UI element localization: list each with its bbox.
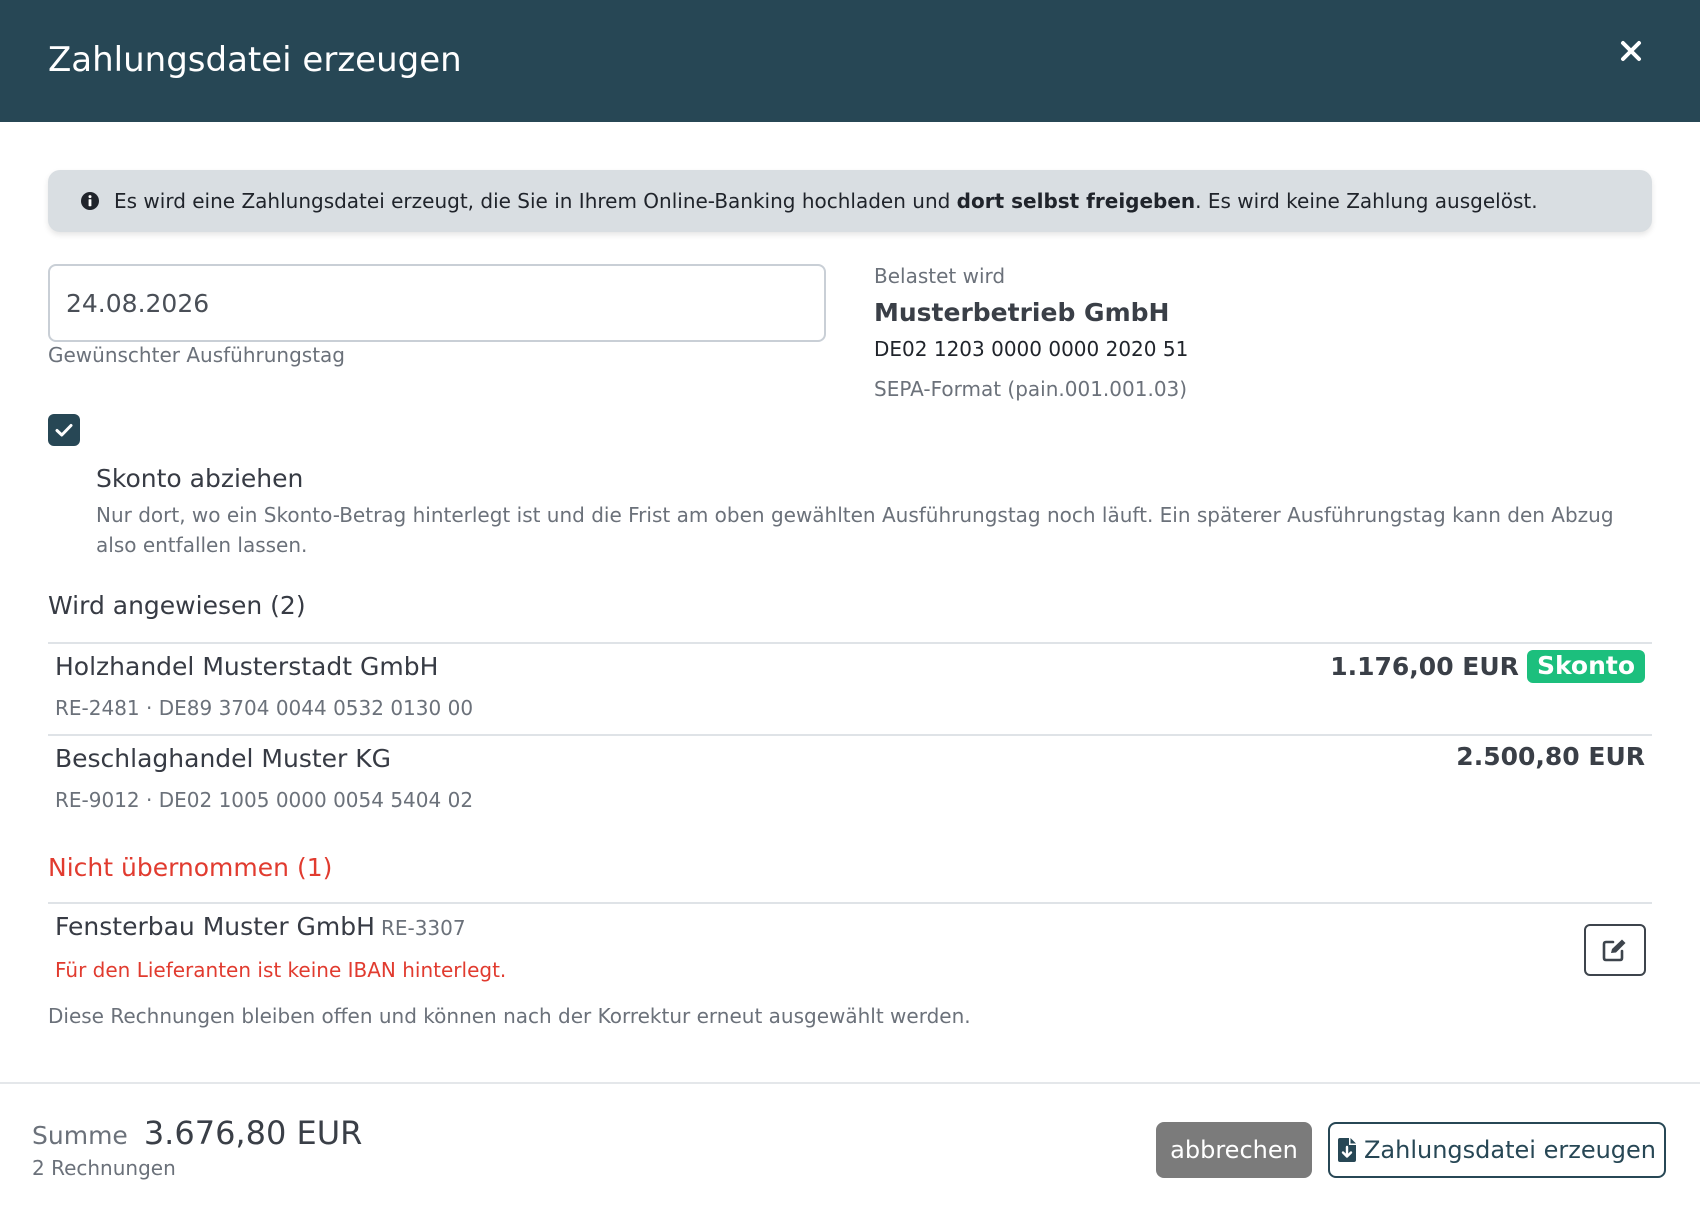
sum-label: Summe — [32, 1121, 128, 1150]
execution-date-input[interactable] — [48, 264, 826, 342]
supplier-name: Fensterbau Muster GmbH — [55, 912, 375, 941]
dialog-title: Zahlungsdatei erzeugen — [48, 40, 462, 80]
edit-button[interactable] — [1584, 924, 1646, 976]
amount: 2.500,80 EUR — [1456, 742, 1645, 771]
close-icon[interactable] — [1616, 36, 1646, 66]
footer-divider — [0, 1082, 1700, 1084]
remain-note: Diese Rechnungen bleiben offen und könne… — [48, 1004, 971, 1028]
sum-value: 3.676,80 EUR — [143, 1114, 363, 1152]
amount-group: 2.500,80 EUR — [1456, 742, 1645, 771]
create-payment-file-label: Zahlungsdatei erzeugen — [1363, 1136, 1657, 1164]
debit-company: Musterbetrieb GmbH — [874, 298, 1170, 327]
skonto-checkbox[interactable] — [48, 414, 80, 446]
sepa-format: SEPA-Format (pain.001.001.03) — [874, 377, 1188, 401]
skonto-description: Nur dort, wo ein Skonto-Betrag hinterleg… — [96, 503, 1614, 557]
info-notice: Es wird eine Zahlungsdatei erzeugt, die … — [48, 170, 1652, 232]
debit-label: Belastet wird — [874, 264, 1006, 288]
not-transferred-title: Nicht übernommen (1) — [48, 853, 333, 882]
amount: 1.176,00 EUR — [1330, 652, 1519, 681]
invoice-meta: RE-9012 · DE02 1005 0000 0054 5404 02 — [55, 788, 474, 812]
table-row: Fensterbau Muster GmbH RE-3307 Für den Li… — [48, 902, 1652, 994]
transferred-title: Wird angewiesen (2) — [48, 591, 306, 620]
invoice-ref: RE-3307 — [380, 916, 466, 940]
execution-date-help: Gewünschter Ausführungstag — [48, 343, 345, 367]
debit-account: Belastet wird Musterbetrieb GmbH DE02 12… — [874, 264, 1188, 401]
error-message: Für den Lieferanten ist keine IBAN hinte… — [55, 958, 507, 982]
debit-iban: DE02 1203 0000 0000 2020 51 — [874, 337, 1189, 361]
file-download-icon — [1337, 1138, 1356, 1162]
invoice-meta: RE-2481 · DE89 3704 0044 0532 0130 00 — [55, 696, 474, 720]
info-text-bold: dort selbst freigeben — [956, 189, 1196, 213]
sum: Summe 3.676,80 EUR — [32, 1114, 362, 1152]
amount-group: 1.176,00 EUR Skonto — [1330, 650, 1645, 683]
edit-icon — [1602, 939, 1626, 962]
skonto-badge: Skonto — [1526, 650, 1645, 683]
info-text-after: . Es wird keine Zahlung ausgelöst. — [1195, 189, 1538, 213]
table-row: Beschlaghandel Muster KG RE-9012 · DE02 … — [48, 734, 1652, 826]
info-icon — [81, 192, 99, 210]
supplier-name: Holzhandel Musterstadt GmbH — [55, 652, 439, 681]
dialog-header: Zahlungsdatei erzeugen — [0, 0, 1700, 122]
supplier-name: Beschlaghandel Muster KG — [55, 744, 392, 773]
invoice-count: 2 Rechnungen — [32, 1156, 176, 1180]
cancel-button[interactable]: abbrechen — [1156, 1122, 1312, 1178]
info-text-before: Es wird eine Zahlungsdatei erzeugt, die … — [114, 189, 957, 213]
supplier-name-line: Fensterbau Muster GmbH RE-3307 — [55, 912, 466, 941]
skonto-title: Skonto abziehen — [96, 464, 304, 493]
create-payment-file-button[interactable]: Zahlungsdatei erzeugen — [1328, 1122, 1666, 1178]
table-row: Holzhandel Musterstadt GmbH RE-2481 · DE… — [48, 642, 1652, 734]
check-icon — [55, 424, 73, 437]
